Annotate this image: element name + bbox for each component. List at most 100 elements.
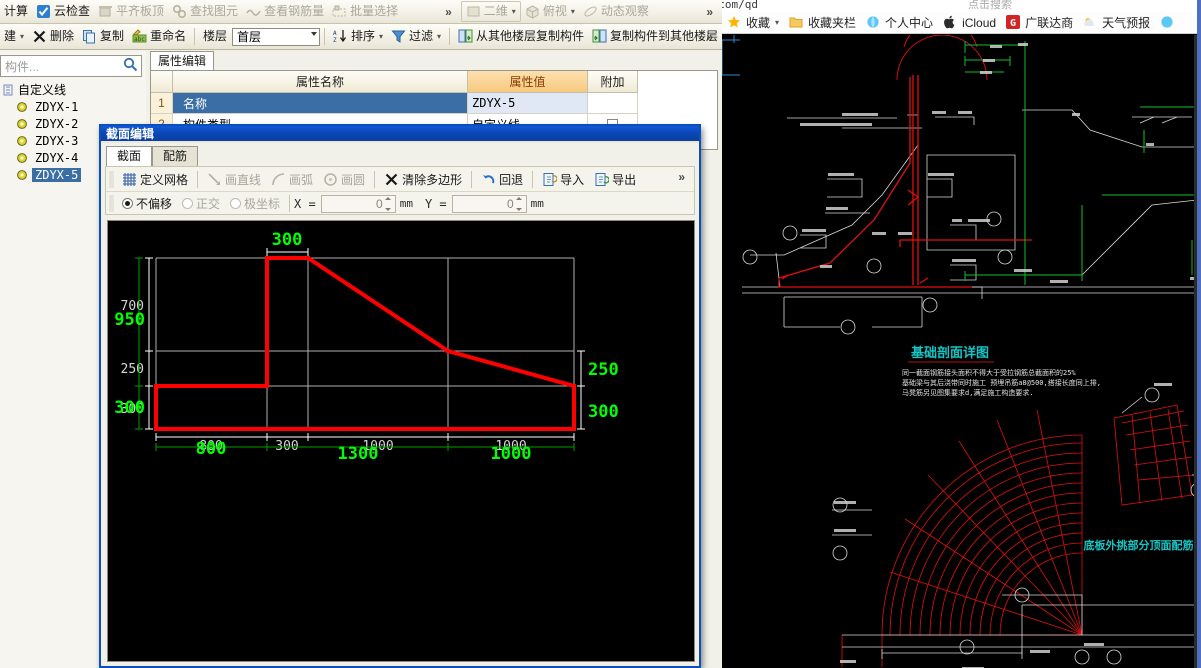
offset-mode-none[interactable]: 不偏移	[117, 193, 177, 214]
draw-line-button[interactable]: 画直线	[202, 169, 266, 190]
chevron-down-icon[interactable]: ▾	[437, 26, 441, 47]
y-field-label: Y =	[424, 196, 447, 211]
ribbon-overflow-chevron-1b[interactable]: »	[701, 5, 718, 19]
bookmark-personal-center[interactable]: 个人中心	[861, 13, 938, 33]
bookmark-glodon-shop[interactable]: G 广联达商	[1001, 13, 1078, 33]
ribbon-view-rebar-qty-button[interactable]: 查看钢筋量	[242, 1, 328, 22]
dialog-body: 截面 配筋 定义网格 画直线 画弧 画圆 清除多边形 回退 导入 导出 » 不偏…	[101, 143, 699, 666]
search-input[interactable]: 构件...	[0, 55, 142, 77]
tab-rebar[interactable]: 配筋	[152, 146, 199, 166]
radio-icon[interactable]	[230, 198, 242, 209]
ribbon-overflow-chevron-2[interactable]: »	[701, 30, 718, 44]
dialog-toolbar-area: 定义网格 画直线 画弧 画圆 清除多边形 回退 导入 导出 » 不偏移 正交 极…	[105, 166, 695, 215]
export-button[interactable]: 导出	[589, 169, 641, 190]
ribbon-find-element-button[interactable]: 查找图元	[168, 1, 242, 22]
tree-item-label: ZDYX-4	[35, 150, 79, 165]
ribbon-view-rebar-qty-label: 查看钢筋量	[264, 4, 325, 18]
radio-icon[interactable]	[182, 198, 194, 209]
y-offset-input[interactable]: 0	[451, 194, 527, 213]
col-name-header: 属性名称	[173, 71, 468, 93]
bookmark-folder[interactable]: 收藏夹栏	[784, 13, 861, 33]
rename-button[interactable]: abc 重命名	[128, 26, 190, 47]
ribbon-overflow-chevron-1[interactable]: »	[440, 5, 457, 19]
clear-polygon-button[interactable]: 清除多边形	[379, 169, 467, 190]
dim-bottom-800g-label: 800	[196, 439, 227, 459]
tab-property-edit[interactable]: 属性编辑	[150, 51, 215, 70]
component-node-icon	[16, 152, 28, 164]
cad-title-slab-cantilever-rebar: 底板外挑部分顶面配筋图	[1084, 538, 1201, 552]
sort-button[interactable]: AZ 排序 ▾	[329, 26, 387, 47]
dialog-titlebar[interactable]: 截面编辑	[99, 124, 701, 141]
divider	[449, 28, 450, 45]
floor-select[interactable]: 首层	[232, 27, 320, 46]
col-extra-header: 附加	[588, 71, 638, 93]
ribbon-orbit-button[interactable]: 动态观察	[579, 1, 653, 22]
tree-root-node[interactable]: 自定义线	[0, 81, 146, 98]
cad-drawing-viewport[interactable]: 基础剖面详图 同一截面钢筋接头面积不得大于受拉钢筋总截面积的25% 基础梁与其后…	[722, 19, 1201, 668]
section-profile-svg: 300 700 250 300 950 300 250 300 800 300 …	[108, 221, 694, 661]
import-icon	[542, 172, 558, 187]
toolbar-overflow-chevron[interactable]: »	[673, 170, 690, 184]
ribbon-cloud-check-label: 云检查	[54, 4, 91, 18]
chevron-down-icon[interactable]: ▾	[20, 26, 24, 47]
offset-mode-polar[interactable]: 极坐标	[225, 193, 285, 214]
chevron-down-icon[interactable]: ▾	[775, 18, 779, 27]
bookmark-favorites-label: 收藏	[746, 16, 771, 30]
draw-arc-button[interactable]: 画弧	[266, 169, 318, 190]
new-component-button[interactable]: 建 ▾	[0, 26, 28, 47]
copy-from-other-floor-button[interactable]: 从其他楼层复制构件	[454, 26, 588, 47]
ribbon-top-view-button[interactable]: 俯视 ▾	[521, 1, 579, 22]
ribbon-batch-select-label: 批量选择	[350, 4, 399, 18]
ribbon-cloud-check-button[interactable]: 云检查	[32, 1, 94, 22]
ribbon-two-d-button[interactable]: 二维 ▾	[460, 1, 521, 22]
table-row[interactable]: 1 名称 ZDYX-5	[151, 93, 717, 114]
browser-window: https://www.fwxgx.com/qd 点击搜索 收藏 ▾ 收藏夹栏 …	[722, 0, 1201, 668]
tree-item-zdyx-1[interactable]: ZDYX-1	[0, 98, 146, 115]
address-bar[interactable]: https://www.fwxgx.com/qd 点击搜索	[722, 0, 1052, 12]
section-drawing-canvas[interactable]: 300 700 250 300 950 300 250 300 800 300 …	[107, 220, 695, 662]
bookmark-weather[interactable]: 天气预报	[1078, 13, 1155, 33]
offset-mode-ortho[interactable]: 正交	[177, 193, 225, 214]
copy-button[interactable]: 复制	[78, 26, 128, 47]
spinner-icon[interactable]	[515, 196, 525, 211]
bookmark-favorites[interactable]: 收藏 ▾	[722, 13, 784, 33]
bookmark-extra[interactable]	[1155, 13, 1180, 33]
search-icon[interactable]	[119, 57, 141, 75]
row-extra[interactable]	[588, 93, 638, 114]
draw-toolbar: 定义网格 画直线 画弧 画圆 清除多边形 回退 导入 导出 »	[106, 167, 694, 192]
ribbon-batch-select-button[interactable]: 批量选择	[328, 1, 402, 22]
cad-title-foundation-section: 基础剖面详图	[910, 345, 989, 361]
spinner-icon[interactable]	[384, 196, 394, 211]
dim-left-300g-label: 300	[114, 398, 145, 418]
chevron-down-icon[interactable]: ▾	[512, 1, 516, 22]
draw-circle-label: 画圆	[341, 172, 366, 187]
copy-label: 复制	[100, 29, 125, 43]
import-button[interactable]: 导入	[537, 169, 589, 190]
define-grid-button[interactable]: 定义网格	[117, 169, 193, 190]
tab-section[interactable]: 截面	[106, 146, 153, 166]
chevron-down-icon[interactable]: ▾	[571, 1, 575, 22]
ribbon-calc-button[interactable]: 计算	[0, 1, 32, 22]
address-bar-strip: https://www.fwxgx.com/qd 点击搜索	[722, 0, 1201, 12]
delete-button[interactable]: 删除	[28, 26, 78, 47]
toolbar-grip[interactable]	[109, 170, 114, 188]
draw-circle-button[interactable]: 画圆	[318, 169, 370, 190]
radio-icon[interactable]	[122, 198, 133, 209]
dimension-top-300: 300	[266, 230, 309, 256]
undo-button[interactable]: 回退	[476, 169, 528, 190]
x-unit-label: mm	[399, 197, 413, 210]
ribbon-align-slab-top-button[interactable]: 平齐板顶	[94, 1, 168, 22]
ribbon-calc-label: 计算	[4, 4, 29, 18]
chevron-down-icon[interactable]: ▾	[379, 26, 383, 47]
rename-label: 重命名	[150, 29, 187, 43]
col-value-header: 属性值	[468, 71, 588, 93]
bookmark-icloud[interactable]: iCloud	[938, 13, 1001, 33]
row-property-value[interactable]: ZDYX-5	[468, 93, 588, 114]
toolbar-grip[interactable]	[109, 195, 114, 212]
ribbon-find-element-label: 查找图元	[190, 4, 239, 18]
filter-button[interactable]: 过滤 ▾	[387, 26, 445, 47]
chevron-down-icon[interactable]	[311, 31, 317, 36]
component-node-icon	[16, 135, 28, 147]
ribbon-align-slab-top-label: 平齐板顶	[116, 4, 165, 18]
x-offset-input[interactable]: 0	[320, 194, 396, 213]
